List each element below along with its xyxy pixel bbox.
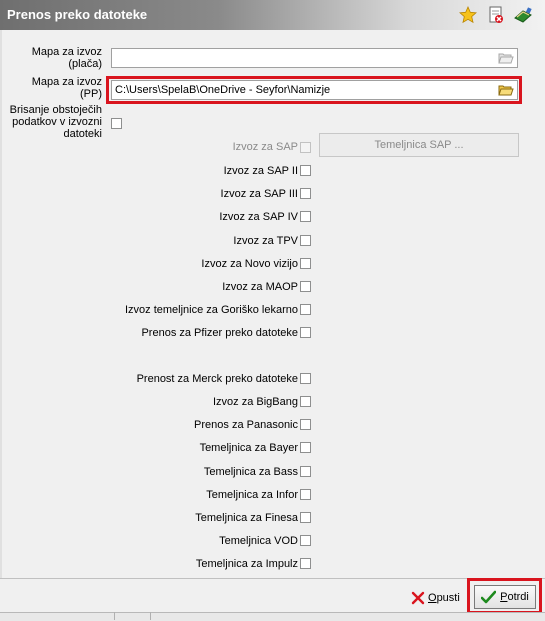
izvoz-bigbang-checkbox[interactable] [300, 396, 311, 407]
label-izvoz-bigbang: Izvoz za BigBang [213, 396, 298, 408]
izvoz-sap-ii-checkbox[interactable] [300, 165, 311, 176]
label-izvoz-maop: Izvoz za MAOP [222, 281, 298, 293]
label-izvoz-sap-ii: Izvoz za SAP II [223, 165, 298, 177]
label-izvoz-sap: Izvoz za SAP [232, 141, 298, 153]
prenos-pfizer-checkbox[interactable] [300, 327, 311, 338]
book-icon[interactable] [513, 5, 533, 25]
label-temeljnica-bayer: Temeljnica za Bayer [199, 442, 298, 454]
window-left-edge [0, 30, 2, 578]
label-izvoz-gorisko-lekarno: Izvoz temeljnice za Goriško lekarno [124, 304, 298, 316]
temeljnica-finesa-checkbox[interactable] [300, 512, 311, 523]
potrdi-button[interactable]: Potrdi [474, 585, 536, 609]
document-delete-icon[interactable] [486, 5, 506, 25]
label-izvoz-tpv: Izvoz za TPV [233, 235, 298, 247]
cancel-label: pusti [436, 592, 460, 604]
label-temeljnica-bass: Temeljnica za Bass [203, 466, 298, 478]
label-prenos-pfizer: Prenos za Pfizer preko datoteke [141, 327, 298, 339]
temeljnica-impulz-checkbox[interactable] [300, 558, 311, 569]
temeljnica-bass-checkbox[interactable] [300, 466, 311, 477]
label-temeljnica-impulz: Temeljnica za Impulz [195, 558, 298, 570]
izvoz-sap-checkbox[interactable] [300, 142, 311, 153]
label-prenost-merck: Prenost za Merck preko datoteke [136, 373, 298, 385]
star-icon[interactable] [458, 5, 478, 25]
mapa-placa-input[interactable] [111, 48, 518, 68]
label-brisanje: Brisanje obstoječih podatkov v izvozni d… [9, 104, 102, 140]
label-izvoz-sap-iv: Izvoz za SAP IV [219, 211, 298, 223]
label-mapa-placa: Mapa za izvoz (plača) [31, 46, 102, 70]
izvoz-novo-vizijo-checkbox[interactable] [300, 258, 311, 269]
temeljnica-sap-button[interactable]: Temeljnica SAP ... [319, 133, 519, 157]
title-bar: Prenos preko datoteke [0, 0, 545, 30]
checkmark-icon [481, 590, 497, 604]
potrdi-label: otrdi [507, 591, 529, 603]
izvoz-maop-checkbox[interactable] [300, 281, 311, 292]
temeljnica-bayer-checkbox[interactable] [300, 442, 311, 453]
label-temeljnica-infor: Temeljnica za Infor [206, 489, 298, 501]
brisanje-checkbox[interactable] [111, 118, 122, 129]
label-mapa-pp: Mapa za izvoz (PP) [31, 76, 102, 100]
window-title: Prenos preko datoteke [7, 7, 148, 22]
prenost-merck-checkbox[interactable] [300, 373, 311, 384]
bottom-separator [0, 578, 545, 579]
izvoz-sap-iv-checkbox[interactable] [300, 211, 311, 222]
temeljnica-vod-checkbox[interactable] [300, 535, 311, 546]
label-izvoz-sap-iii: Izvoz za SAP III [220, 188, 298, 200]
izvoz-sap-iii-checkbox[interactable] [300, 188, 311, 199]
label-prenos-panasonic: Prenos za Panasonic [194, 419, 298, 431]
izvoz-gorisko-lekarno-checkbox[interactable] [300, 304, 311, 315]
close-icon [411, 591, 425, 605]
prenos-panasonic-checkbox[interactable] [300, 419, 311, 430]
label-izvoz-novo-vizijo: Izvoz za Novo vizijo [201, 258, 298, 270]
cancel-accelerator: O [428, 592, 437, 604]
temeljnica-infor-checkbox[interactable] [300, 489, 311, 500]
label-temeljnica-vod: Temeljnica VOD [219, 535, 298, 547]
status-bar-divider [114, 612, 115, 620]
status-bar-divider [150, 612, 151, 620]
folder-open-icon-disabled[interactable] [498, 51, 514, 65]
mapa-pp-input[interactable]: C:\Users\SpelaB\OneDrive - Seyfor\Namizj… [111, 80, 518, 100]
folder-open-icon[interactable] [498, 83, 514, 97]
mapa-pp-value: C:\Users\SpelaB\OneDrive - Seyfor\Namizj… [115, 84, 331, 96]
label-temeljnica-finesa: Temeljnica za Finesa [195, 512, 298, 524]
izvoz-tpv-checkbox[interactable] [300, 235, 311, 246]
cancel-button[interactable]: Opusti [411, 589, 460, 607]
